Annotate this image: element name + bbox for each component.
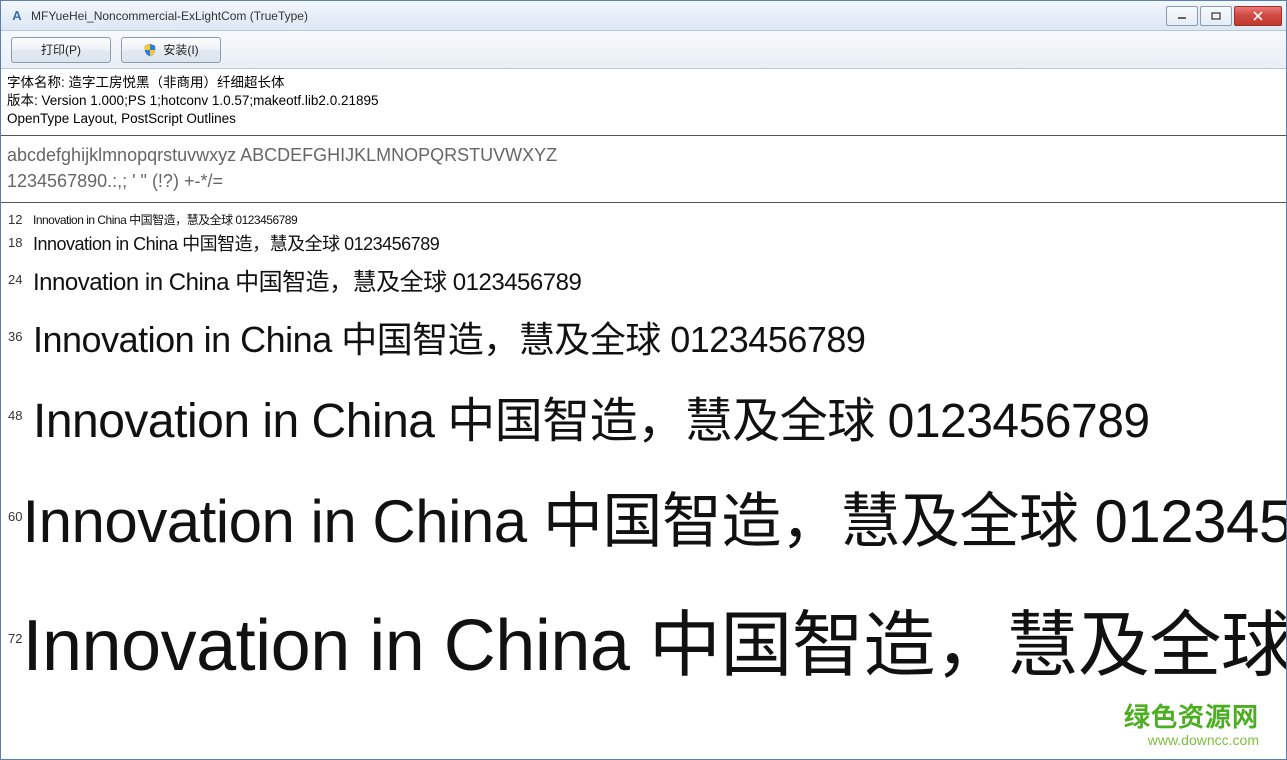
sample-text: Innovation in China 中国智造，慧及全球 0123456789 [33, 211, 297, 228]
size-samples: 12 Innovation in China 中国智造，慧及全球 0123456… [1, 203, 1286, 701]
sample-row: 36 Innovation in China 中国智造，慧及全球 0123456… [3, 311, 1284, 363]
sample-text: Innovation in China 中国智造，慧及全球 0123456789 [22, 586, 1286, 691]
sample-row: 72 Innovation in China 中国智造，慧及全球 0123456… [3, 586, 1284, 691]
sample-row: 18 Innovation in China 中国智造，慧及全球 0123456… [3, 230, 1284, 256]
window-controls [1166, 6, 1282, 26]
sample-size-label: 12 [3, 212, 33, 227]
sample-size-label: 72 [3, 631, 22, 646]
app-icon: A [9, 8, 25, 24]
sample-size-label: 48 [3, 408, 33, 423]
content-area: 字体名称: 造字工房悦黑（非商用）纤细超长体 版本: Version 1.000… [1, 69, 1286, 759]
print-button-label: 打印(P) [41, 41, 81, 58]
titlebar: A MFYueHei_Noncommercial-ExLightCom (Tru… [1, 1, 1286, 31]
sample-row: 48 Innovation in China 中国智造，慧及全球 0123456… [3, 381, 1284, 451]
print-button[interactable]: 打印(P) [11, 37, 111, 63]
font-layout-line: OpenType Layout, PostScript Outlines [7, 110, 1280, 128]
sample-text: Innovation in China 中国智造，慧及全球 0123456789 [33, 381, 1150, 451]
sample-size-label: 18 [3, 235, 33, 250]
toolbar: 打印(P) 安装(I) [1, 31, 1286, 69]
install-button-label: 安装(I) [163, 41, 198, 58]
sample-text: Innovation in China 中国智造，慧及全球 0123456789 [33, 262, 581, 297]
window-title: MFYueHei_Noncommercial-ExLightCom (TrueT… [31, 9, 1166, 23]
minimize-button[interactable] [1166, 6, 1198, 26]
sample-size-label: 60 [3, 509, 22, 524]
sample-text: Innovation in China 中国智造，慧及全球 0123456789 [33, 311, 865, 363]
sample-text: Innovation in China 中国智造，慧及全球 0123456789 [22, 473, 1286, 560]
sample-size-label: 36 [3, 329, 33, 344]
charset-preview: abcdefghijklmnopqrstuvwxyz ABCDEFGHIJKLM… [1, 136, 1286, 203]
maximize-button[interactable] [1200, 6, 1232, 26]
font-viewer-window: A MFYueHei_Noncommercial-ExLightCom (Tru… [0, 0, 1287, 760]
font-metadata: 字体名称: 造字工房悦黑（非商用）纤细超长体 版本: Version 1.000… [1, 69, 1286, 136]
uac-shield-icon [143, 43, 157, 57]
sample-text: Innovation in China 中国智造，慧及全球 0123456789 [33, 230, 439, 256]
sample-row: 12 Innovation in China 中国智造，慧及全球 0123456… [3, 211, 1284, 228]
font-version-line: 版本: Version 1.000;PS 1;hotconv 1.0.57;ma… [7, 92, 1280, 110]
font-name-line: 字体名称: 造字工房悦黑（非商用）纤细超长体 [7, 74, 1280, 92]
install-button[interactable]: 安装(I) [121, 37, 221, 63]
charset-alpha: abcdefghijklmnopqrstuvwxyz ABCDEFGHIJKLM… [7, 142, 1280, 168]
close-button[interactable] [1234, 6, 1282, 26]
sample-row: 24 Innovation in China 中国智造，慧及全球 0123456… [3, 262, 1284, 297]
charset-symbols: 1234567890.:,; ' " (!?) +-*/= [7, 168, 1280, 194]
sample-row: 60 Innovation in China 中国智造，慧及全球 0123456… [3, 473, 1284, 560]
sample-size-label: 24 [3, 272, 33, 287]
